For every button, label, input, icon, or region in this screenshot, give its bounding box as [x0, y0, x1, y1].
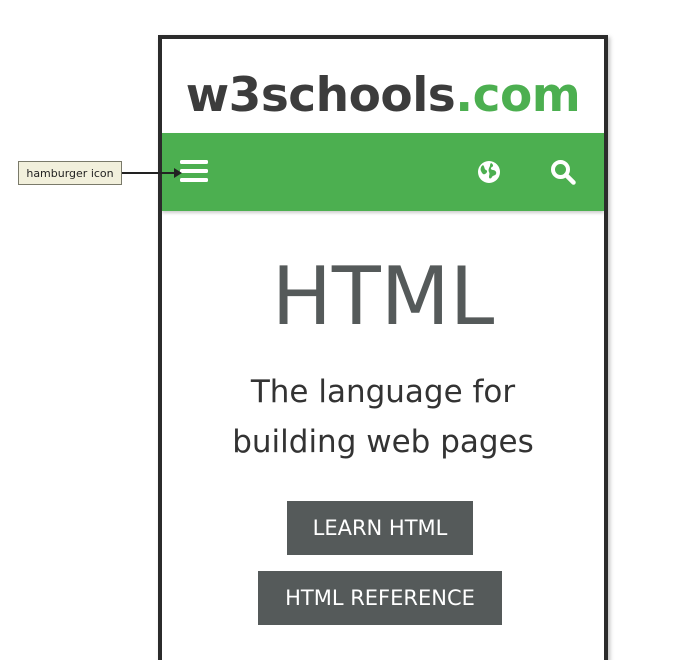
annotation-leader-line	[122, 172, 180, 174]
annotation-arrowhead	[174, 168, 182, 178]
site-logo[interactable]: w3schools.com	[162, 63, 604, 133]
screenshot-canvas: w3schools.com HTML The language for buil…	[0, 0, 700, 660]
logo-tld: .com	[455, 68, 581, 123]
top-navbar	[162, 133, 604, 211]
annotation-callout: hamburger icon	[18, 161, 122, 185]
hamburger-icon[interactable]	[180, 159, 208, 183]
logo-brand: w3schools	[185, 68, 456, 123]
phone-frame: w3schools.com HTML The language for buil…	[158, 35, 608, 660]
hero-subtitle-line-2: building web pages	[232, 424, 534, 460]
learn-html-button[interactable]: LEARN HTML	[287, 501, 473, 555]
hero-title: HTML	[271, 250, 495, 343]
html-reference-button[interactable]: HTML REFERENCE	[258, 571, 502, 625]
hero-subtitle: The language for building web pages	[162, 367, 604, 467]
globe-icon[interactable]	[477, 160, 501, 184]
hero-subtitle-line-1: The language for	[250, 374, 516, 410]
search-icon[interactable]	[550, 159, 576, 185]
